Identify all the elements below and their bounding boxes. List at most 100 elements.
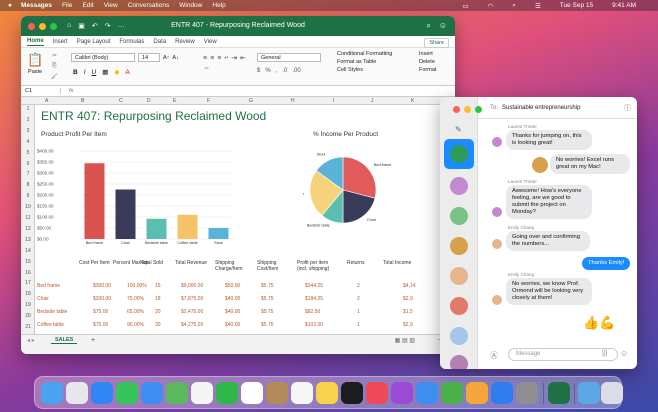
menu-help[interactable]: Help	[212, 2, 225, 9]
percent-icon[interactable]: %	[265, 68, 270, 74]
tv-icon[interactable]	[341, 382, 363, 404]
col-k[interactable]: K	[411, 98, 414, 104]
table-cell[interactable]: 30	[155, 322, 161, 328]
table-cell[interactable]: $1,5	[403, 309, 413, 315]
contacts-icon[interactable]	[266, 382, 288, 404]
row-number[interactable]: 4	[21, 139, 35, 145]
comma-icon[interactable]: ,	[276, 68, 278, 74]
table-row[interactable]: Coffee table $75.00 90.00% 30 $4,275.00 $40.0…	[35, 322, 455, 330]
conversation-avatar[interactable]	[450, 327, 468, 345]
compose-icon[interactable]: ✎	[455, 125, 462, 134]
table-cell[interactable]: $184.25	[305, 296, 323, 302]
tab-home[interactable]: Home	[27, 38, 44, 46]
sheet-tab-sales[interactable]: SALES	[51, 337, 78, 344]
table-cell[interactable]: 18	[155, 296, 161, 302]
increase-decimal-icon[interactable]: .0	[282, 68, 287, 74]
table-cell[interactable]: $9,000.00	[181, 283, 203, 289]
conversation-avatar[interactable]	[450, 177, 468, 195]
table-cell[interactable]: $4,14	[403, 283, 416, 289]
excel-icon[interactable]	[548, 382, 570, 404]
borders-icon[interactable]: ▦	[102, 68, 108, 76]
row-number[interactable]: 17	[21, 280, 35, 286]
table-cell[interactable]: $82.50	[305, 309, 320, 315]
col-b[interactable]: B	[81, 98, 84, 104]
maps-icon[interactable]	[166, 382, 188, 404]
conversation-avatar[interactable]	[450, 267, 468, 285]
underline-icon[interactable]: U	[92, 69, 97, 76]
number-format-select[interactable]: General	[257, 53, 321, 62]
numbers-icon[interactable]	[441, 382, 463, 404]
conversation-avatar[interactable]	[450, 207, 468, 225]
keynote-icon[interactable]	[416, 382, 438, 404]
menu-edit[interactable]: Edit	[83, 2, 94, 9]
table-cell[interactable]: 1	[357, 309, 360, 315]
table-cell[interactable]: $2,475.00	[181, 309, 203, 315]
calendar-icon[interactable]	[241, 382, 263, 404]
row-number[interactable]: 14	[21, 248, 35, 254]
conversation-name[interactable]: Sustainable entrepreneurship	[502, 105, 580, 111]
info-icon[interactable]: ⓘ	[624, 103, 631, 113]
align-center-icon[interactable]: ≡	[210, 55, 214, 62]
cell-styles-button[interactable]: Cell Styles	[337, 67, 363, 73]
currency-icon[interactable]: $	[257, 68, 260, 74]
table-cell[interactable]: $40.00	[225, 296, 240, 302]
row-number[interactable]: 7	[21, 171, 35, 177]
photos-icon[interactable]	[191, 382, 213, 404]
row-number[interactable]: 19	[21, 302, 35, 308]
menu-date[interactable]: Tue Sep 15	[560, 2, 593, 9]
col-d[interactable]: D	[147, 98, 151, 104]
col-c[interactable]: C	[119, 98, 123, 104]
wifi-icon[interactable]: ◠	[488, 2, 494, 10]
italic-icon[interactable]: I	[84, 69, 86, 76]
emoji-reaction[interactable]: 👍💪	[583, 315, 615, 331]
paste-icon[interactable]: 📋	[27, 52, 43, 68]
format-as-table-button[interactable]: Format as Table	[337, 59, 376, 65]
table-cell[interactable]: $2,9	[403, 322, 413, 328]
tab-view[interactable]: View	[204, 39, 217, 45]
tab-review[interactable]: Review	[175, 39, 195, 45]
music-icon[interactable]	[366, 382, 388, 404]
message-bubble[interactable]: Awesome! How's everyone feeling, are we …	[506, 185, 592, 219]
downloads-folder-icon[interactable]	[578, 382, 600, 404]
safari-icon[interactable]	[91, 382, 113, 404]
table-cell[interactable]: Coffee table	[37, 322, 64, 328]
align-right-icon[interactable]: ≡	[217, 55, 221, 62]
facetime-icon[interactable]	[216, 382, 238, 404]
messages-icon[interactable]	[116, 382, 138, 404]
format-painter-icon[interactable]: 🖌	[51, 74, 58, 80]
menu-file[interactable]: File	[62, 2, 72, 9]
message-bubble[interactable]: No worries, we know Prof. Ormond will be…	[506, 278, 592, 305]
decrease-decimal-icon[interactable]: .00	[292, 68, 300, 74]
table-cell[interactable]: $4,275.00	[181, 322, 203, 328]
table-cell[interactable]: Chair	[37, 296, 49, 302]
audio-icon[interactable]: |||	[602, 350, 607, 357]
font-color-icon[interactable]: A	[125, 69, 129, 76]
table-cell[interactable]: $300.00	[93, 283, 111, 289]
table-header-cell[interactable]: Returns	[347, 260, 383, 266]
table-cell[interactable]: 100.00%	[127, 283, 147, 289]
share-button[interactable]: Share	[424, 38, 449, 48]
table-cell[interactable]: $75.00	[93, 309, 108, 315]
row-number[interactable]: 13	[21, 237, 35, 243]
col-j[interactable]: J	[371, 98, 374, 104]
cut-icon[interactable]: ✂	[52, 53, 57, 59]
view-normal-icon[interactable]: ▦ ▤ ▥	[395, 337, 415, 344]
table-cell[interactable]: $200.00	[93, 296, 111, 302]
message-bubble[interactable]: Thanks for jumping on, this is looking g…	[506, 130, 592, 150]
conversation-avatar[interactable]	[450, 297, 468, 315]
bold-icon[interactable]: B	[73, 69, 78, 76]
table-header-cell[interactable]: Total Revenue	[175, 260, 211, 266]
col-i[interactable]: I	[333, 98, 334, 104]
table-row[interactable]: Bedside table $75.00 65.00% 20 $2,475.00 $40.…	[35, 309, 455, 317]
sheet-nav-icon[interactable]: ◂ ▸	[27, 337, 35, 344]
reminders-icon[interactable]	[291, 382, 313, 404]
table-cell[interactable]: $5.75	[261, 309, 274, 315]
row-number[interactable]: 1	[21, 106, 35, 112]
col-a[interactable]: A	[45, 98, 48, 104]
col-g[interactable]: G	[249, 98, 253, 104]
row-number[interactable]: 18	[21, 291, 35, 297]
row-number[interactable]: 20	[21, 313, 35, 319]
table-cell[interactable]: 2	[357, 296, 360, 302]
table-cell[interactable]: $5.75	[261, 296, 274, 302]
font-size-select[interactable]: 14	[138, 53, 160, 62]
